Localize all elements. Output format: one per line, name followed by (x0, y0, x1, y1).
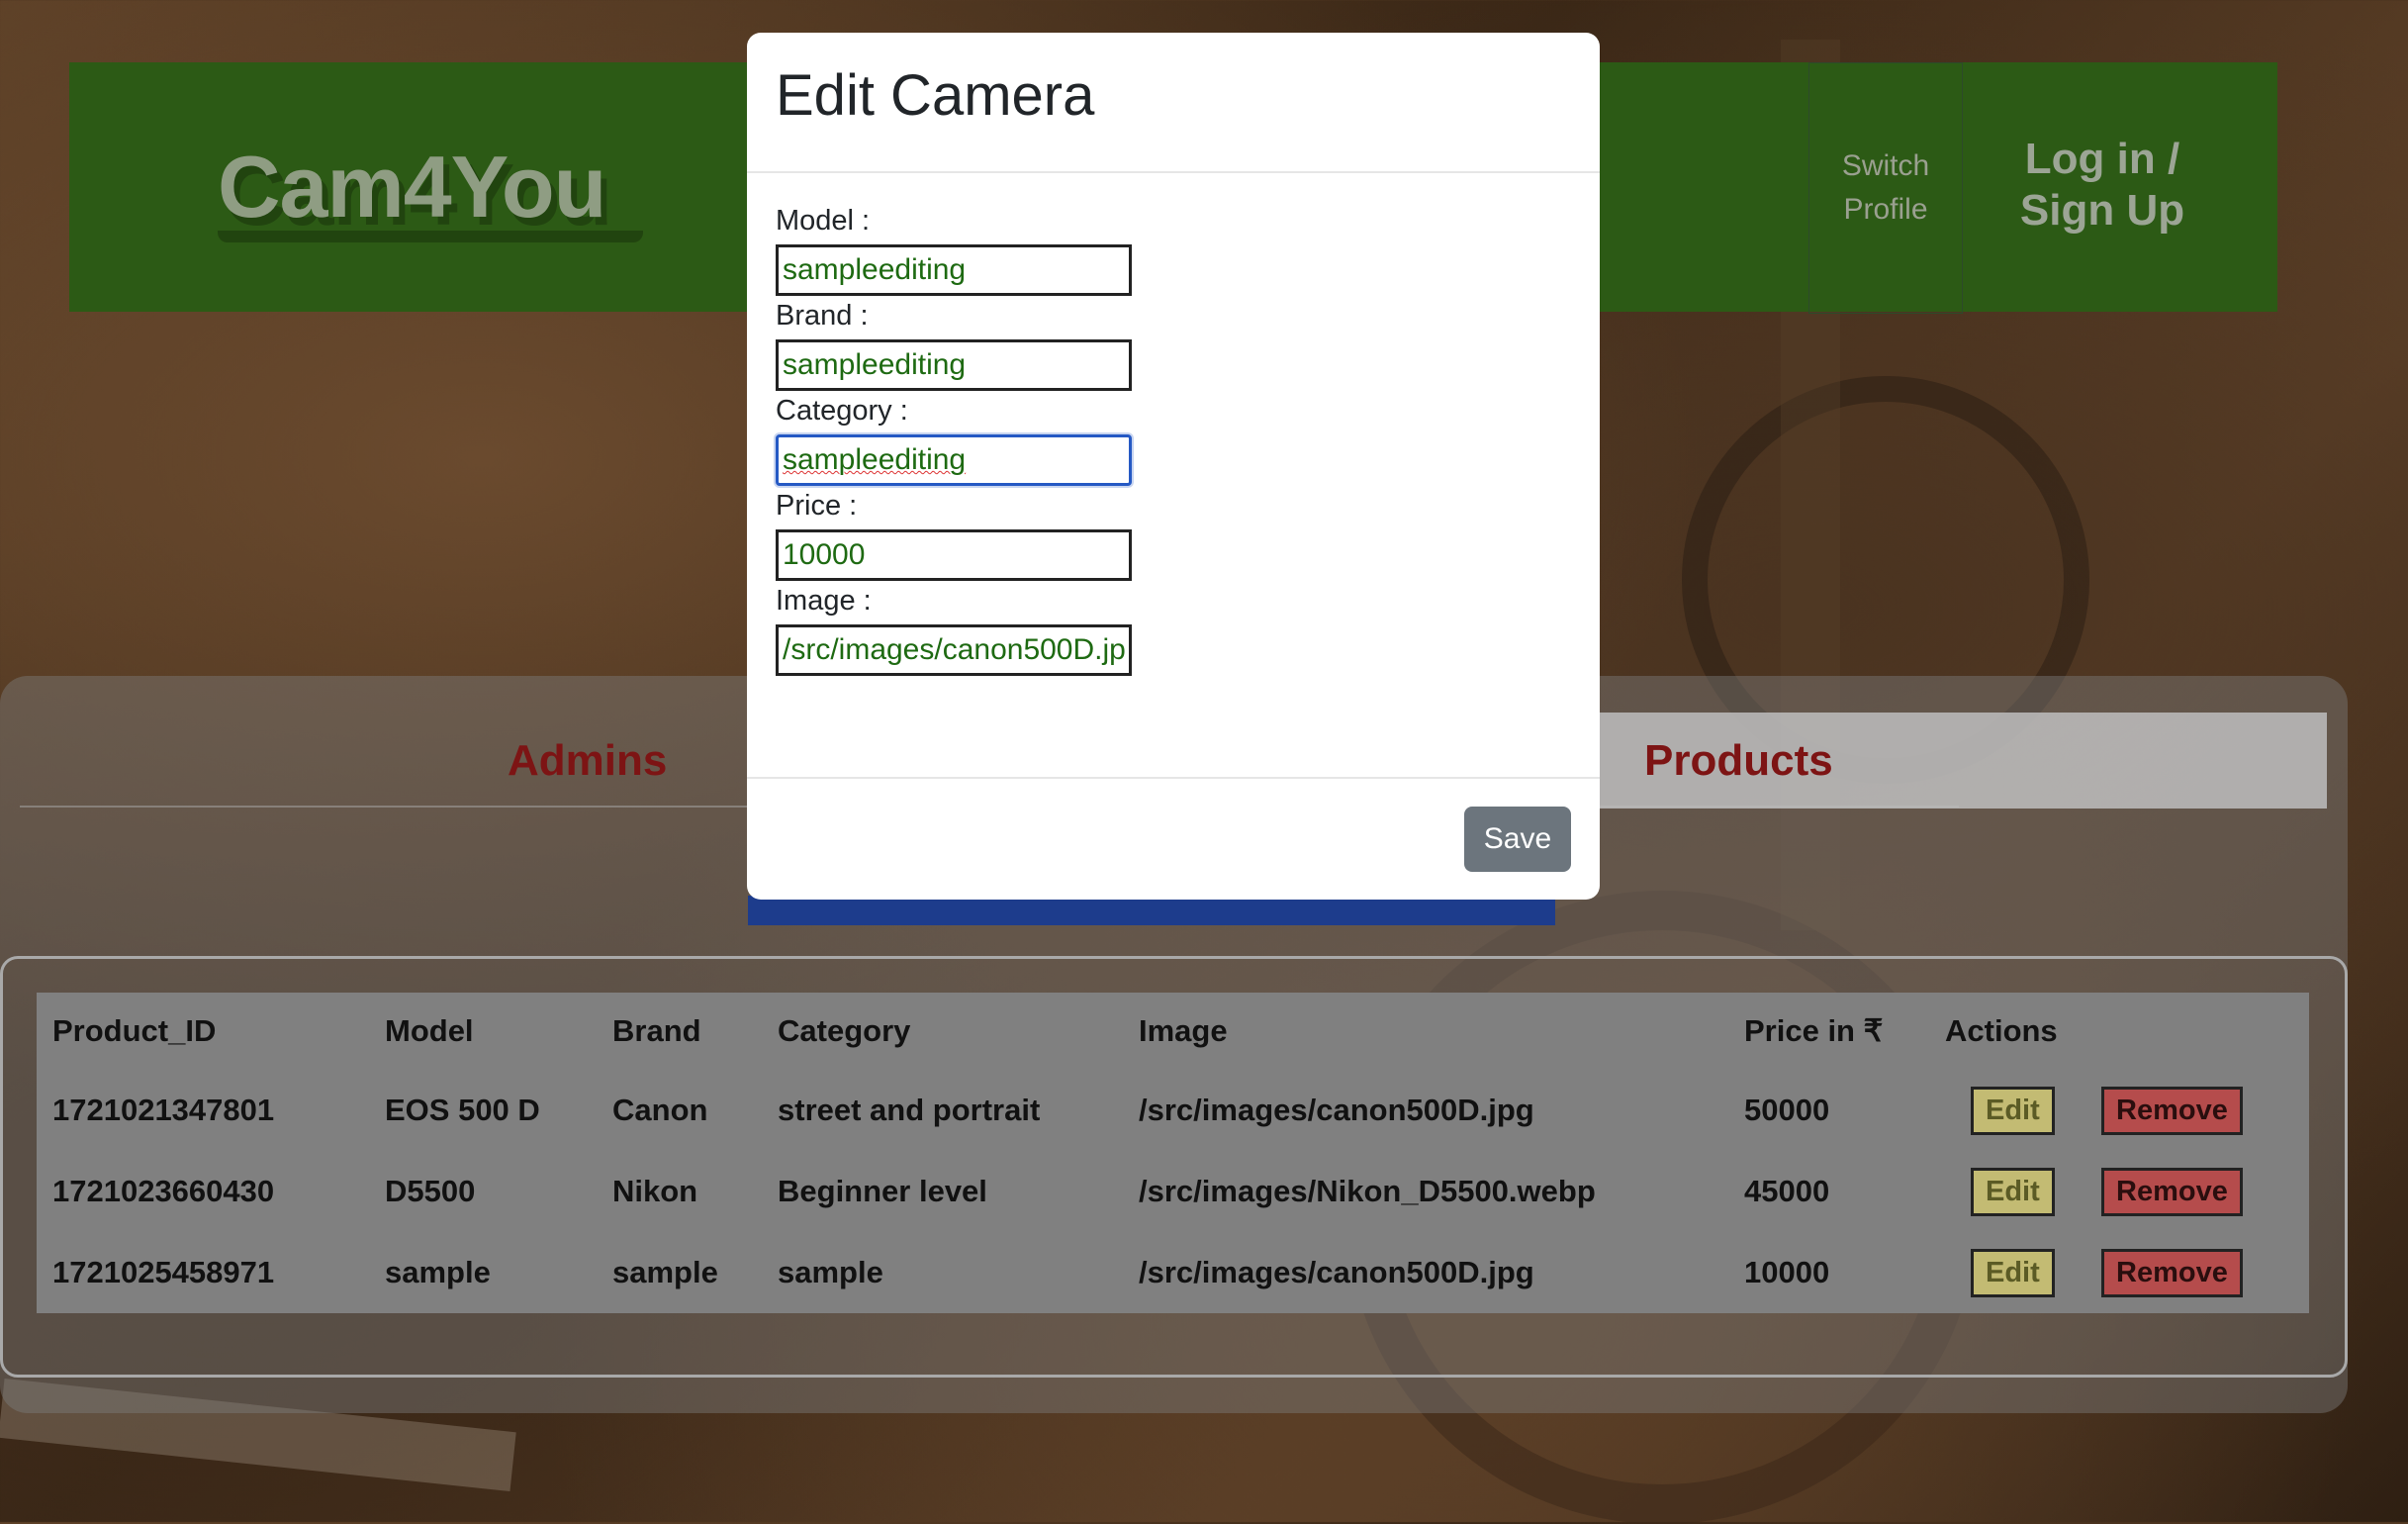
table-row: 1721023660430 D5500 Nikon Beginner level… (37, 1151, 2309, 1232)
cell-product-id: 1721023660430 (52, 1174, 275, 1208)
cell-remove: Remove (2078, 1232, 2309, 1313)
cell-edit: Edit (1929, 1070, 2078, 1151)
price-input[interactable] (776, 529, 1132, 581)
column-header-actions: Actions (1945, 1013, 2058, 1048)
remove-button[interactable]: Remove (2101, 1248, 2243, 1297)
column-header-product-id: Product_ID (52, 1013, 217, 1048)
edit-button[interactable]: Edit (1971, 1248, 2055, 1297)
cell-remove: Remove (2078, 1070, 2309, 1151)
modal-title: Edit Camera (776, 63, 1095, 128)
cell-model: EOS 500 D (385, 1093, 540, 1127)
edit-button[interactable]: Edit (1971, 1086, 2055, 1135)
column-header-model: Model (385, 1013, 474, 1048)
switch-profile-button[interactable]: Switch Profile (1808, 62, 1963, 314)
category-label: Category : (776, 395, 908, 427)
table-header-row: Product_ID Model Brand Category Image Pr… (37, 993, 2309, 1070)
save-button[interactable]: Save (1464, 807, 1571, 872)
modal-footer-divider (747, 777, 1600, 779)
site-logo[interactable]: Cam4You (218, 137, 606, 238)
edit-button[interactable]: Edit (1971, 1167, 2055, 1216)
tab-products[interactable]: Products (1644, 736, 1833, 786)
cell-image: /src/images/Nikon_D5500.webp (1139, 1174, 1596, 1208)
image-label: Image : (776, 585, 872, 617)
model-input[interactable] (776, 244, 1132, 296)
table-row: 1721025458971 sample sample sample /src/… (37, 1232, 2309, 1313)
cell-remove: Remove (2078, 1151, 2309, 1232)
cell-brand: Canon (612, 1093, 708, 1127)
column-header-category: Category (778, 1013, 911, 1048)
brand-label: Brand : (776, 300, 869, 332)
cell-category: sample (778, 1255, 883, 1289)
cell-price: 50000 (1744, 1093, 1830, 1127)
column-header-image: Image (1139, 1013, 1228, 1048)
cell-brand: sample (612, 1255, 718, 1289)
image-input[interactable] (776, 624, 1132, 676)
cell-category: Beginner level (778, 1174, 987, 1208)
tab-admins[interactable]: Admins (508, 736, 667, 786)
cell-price: 10000 (1744, 1255, 1830, 1289)
cell-category: street and portrait (778, 1093, 1041, 1127)
remove-button[interactable]: Remove (2101, 1167, 2243, 1216)
price-label: Price : (776, 490, 858, 522)
add-product-button[interactable] (748, 896, 1555, 925)
remove-button[interactable]: Remove (2101, 1086, 2243, 1135)
model-label: Model : (776, 205, 871, 237)
cell-brand: Nikon (612, 1174, 698, 1208)
cell-edit: Edit (1929, 1151, 2078, 1232)
switch-profile-label: Switch Profile (1841, 149, 1930, 226)
modal-header-divider (747, 171, 1600, 173)
column-header-brand: Brand (612, 1013, 701, 1048)
table-row: 1721021347801 EOS 500 D Canon street and… (37, 1070, 2309, 1151)
cell-product-id: 1721021347801 (52, 1093, 275, 1127)
column-header-price: Price in ₹ (1744, 1013, 1884, 1048)
cell-edit: Edit (1929, 1232, 2078, 1313)
edit-camera-modal: Edit Camera Model : Brand : Category : P… (747, 33, 1600, 900)
cell-product-id: 1721025458971 (52, 1255, 275, 1289)
cell-price: 45000 (1744, 1174, 1830, 1208)
cell-image: /src/images/canon500D.jpg (1139, 1093, 1534, 1127)
cell-model: sample (385, 1255, 491, 1289)
login-signup-link[interactable]: Log in / Sign Up (1984, 134, 2221, 237)
products-table: Product_ID Model Brand Category Image Pr… (37, 993, 2309, 1313)
brand-input[interactable] (776, 339, 1132, 391)
cell-model: D5500 (385, 1174, 476, 1208)
cell-image: /src/images/canon500D.jpg (1139, 1255, 1534, 1289)
category-input[interactable] (776, 434, 1132, 486)
